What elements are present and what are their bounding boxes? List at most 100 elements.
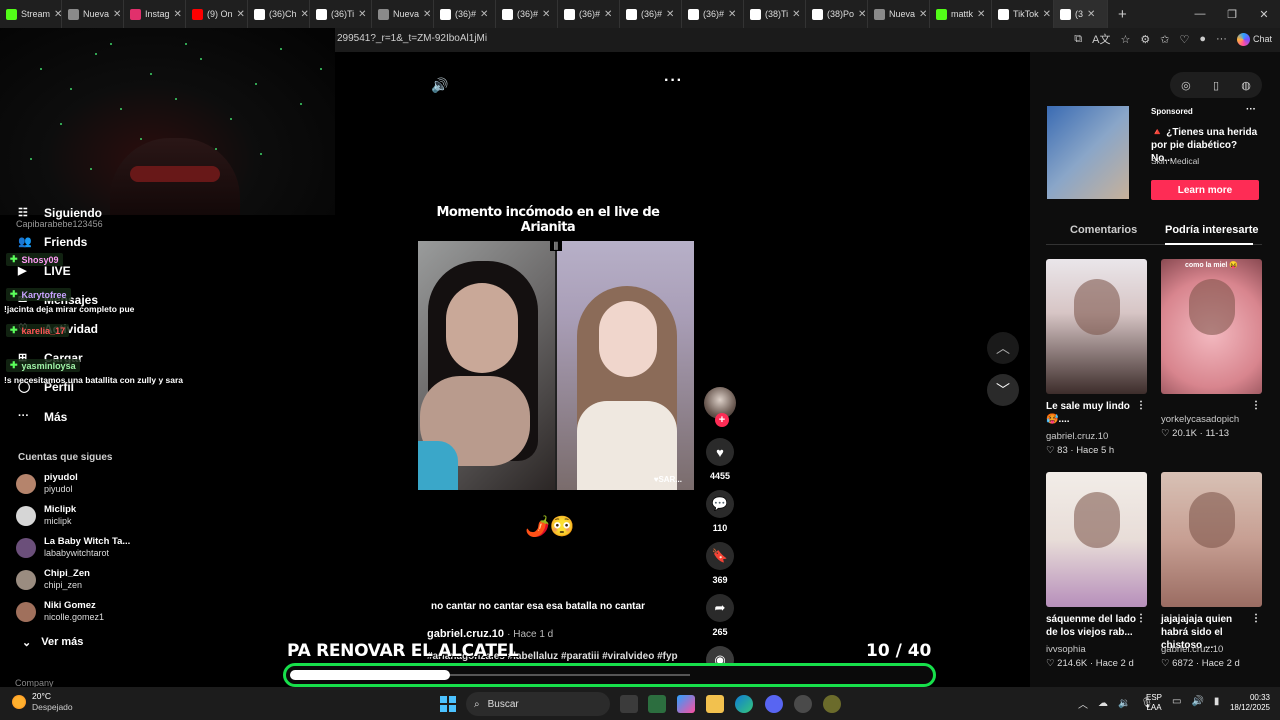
new-tab-button[interactable]: + [1108, 6, 1137, 23]
followed-account[interactable]: Chipi_Zen chipi_zen [16, 568, 90, 591]
browser-tab[interactable]: (36)# ✕ [558, 0, 620, 28]
video-thumbnail[interactable]: como la miel 😝 [1161, 259, 1262, 394]
comment-button[interactable]: 💬 110 [702, 490, 738, 533]
browser-tab[interactable]: (36)# ✕ [620, 0, 682, 28]
browser-tab[interactable]: Instag ✕ [124, 0, 186, 28]
browser-tab[interactable]: (36)Ti ✕ [310, 0, 372, 28]
tab-close-icon[interactable]: ✕ [542, 9, 550, 20]
learn-more-button[interactable]: Learn more [1151, 180, 1259, 200]
card-caption[interactable]: sáquenme del lado de los viejos rab... [1046, 613, 1142, 639]
widgets-app-icon[interactable] [648, 695, 666, 713]
browser-tab[interactable]: mattk ✕ [930, 0, 992, 28]
tab-close-icon[interactable]: ✕ [604, 9, 612, 20]
tab-close-icon[interactable]: ✕ [423, 9, 431, 20]
tab-close-icon[interactable]: ✕ [919, 9, 927, 20]
sidebar-item-más[interactable]: ··· Más [18, 410, 67, 424]
browser-tab[interactable]: Stream ✕ [0, 0, 62, 28]
browser-tab[interactable]: (36)# ✕ [682, 0, 744, 28]
favorites-icon[interactable]: ✩ [1160, 33, 1169, 46]
card-more-icon[interactable]: ⋮ [1251, 400, 1261, 411]
coins-icon[interactable]: ◎ [1181, 79, 1191, 92]
share-button[interactable]: ➦ 265 [702, 594, 738, 637]
copilot-chat-button[interactable]: Chat [1236, 32, 1272, 46]
followed-account[interactable]: Niki Gomez nicolle.gomez1 [16, 600, 104, 623]
tab-close-icon[interactable]: ✕ [54, 9, 61, 20]
ad-more-icon[interactable]: ··· [1246, 104, 1256, 115]
tab-close-icon[interactable]: ✕ [1043, 9, 1051, 20]
user-avatar[interactable]: ◍ [1241, 79, 1251, 92]
followed-account[interactable]: La Baby Witch Ta... lababywitchtarot [16, 536, 130, 559]
tray-app-icon[interactable] [823, 695, 841, 713]
minimize-icon[interactable]: — [1184, 0, 1216, 28]
obs-app-icon[interactable] [794, 695, 812, 713]
card-more-icon[interactable]: ⋮ [1136, 400, 1146, 411]
tab-comments[interactable]: Comentarios [1070, 224, 1137, 236]
discord-icon[interactable] [765, 695, 783, 713]
video-author[interactable]: gabriel.cruz.10 · Hace 1 d [427, 628, 553, 640]
tab-close-icon[interactable]: ✕ [480, 9, 488, 20]
card-more-icon[interactable]: ⋮ [1136, 613, 1146, 624]
windows-start-icon[interactable] [440, 696, 456, 712]
video-frame[interactable]: ⫼ ♥SAR... [418, 241, 694, 490]
tab-close-icon[interactable]: ✕ [174, 9, 182, 20]
followed-account[interactable]: Miclipk miclipk [16, 504, 76, 527]
browser-tab[interactable]: (36)# ✕ [434, 0, 496, 28]
tab-recommended[interactable]: Podría interesarte [1165, 224, 1259, 236]
video-thumbnail[interactable] [1046, 259, 1147, 394]
taskbar-search[interactable]: ⌕ Buscar [466, 692, 610, 716]
ad-image[interactable] [1047, 106, 1129, 199]
tab-close-icon[interactable]: ✕ [237, 9, 245, 20]
followed-account[interactable]: piyudol piyudol [16, 472, 78, 495]
restore-icon[interactable]: ❐ [1216, 0, 1248, 28]
quick-settings[interactable]: ▭ 🔊 ▮ [1172, 696, 1219, 707]
file-explorer-icon[interactable] [706, 695, 724, 713]
browser-tab[interactable]: (3 ✕ [1054, 0, 1108, 28]
tab-close-icon[interactable]: ✕ [301, 9, 309, 20]
extensions-icon[interactable]: ⚙ [1140, 33, 1150, 46]
device-icon[interactable]: ▯ [1213, 79, 1219, 92]
card-author[interactable]: gabriel.cruz.10 [1161, 644, 1223, 655]
more-options-icon[interactable]: ··· [664, 72, 683, 90]
translate-icon[interactable]: A文 [1092, 31, 1110, 47]
save-button[interactable]: 🔖 369 [702, 542, 738, 585]
language-indicator[interactable]: ESP LAA [1146, 693, 1162, 713]
tab-close-icon[interactable]: ✕ [977, 9, 985, 20]
previous-video-button[interactable]: ︿ [987, 332, 1019, 364]
browser-tab[interactable]: Nueva ✕ [868, 0, 930, 28]
card-author[interactable]: ivvsophia [1046, 644, 1086, 655]
card-author[interactable]: gabriel.cruz.10 [1046, 431, 1108, 442]
open-app-icon[interactable]: ⧉ [1074, 33, 1082, 46]
task-view-icon[interactable] [620, 695, 638, 713]
settings-more-icon[interactable]: ··· [1216, 33, 1227, 45]
tab-close-icon[interactable]: ✕ [113, 9, 121, 20]
browser-tab[interactable]: Nueva ✕ [372, 0, 434, 28]
tray-chevron-icon[interactable]: ︿ [1078, 696, 1088, 711]
video-thumbnail[interactable] [1046, 472, 1147, 607]
onedrive-icon[interactable]: ☁ [1098, 698, 1108, 709]
author-handle[interactable]: gabriel.cruz.10 [427, 628, 504, 640]
browser-tab[interactable]: (36)# ✕ [496, 0, 558, 28]
browser-tab[interactable]: TikTok ✕ [992, 0, 1054, 28]
card-caption[interactable]: Le sale muy lindo 🥵.... [1046, 400, 1142, 426]
tab-close-icon[interactable]: ✕ [728, 9, 736, 20]
tab-close-icon[interactable]: ✕ [358, 9, 366, 20]
creator-avatar[interactable]: + [702, 387, 738, 427]
profile-avatar[interactable]: ● [1199, 33, 1206, 45]
card-more-icon[interactable]: ⋮ [1251, 613, 1261, 624]
weather-widget[interactable]: 20°C Despejado [12, 691, 73, 713]
sidebar-item-live[interactable]: ▶ LIVE [18, 264, 71, 278]
like-button[interactable]: ♥ 4455 [702, 438, 738, 481]
volume-icon[interactable]: 🔊 [431, 77, 448, 94]
browser-tab[interactable]: Nueva ✕ [62, 0, 124, 28]
edge-browser-icon[interactable] [735, 695, 753, 713]
video-thumbnail[interactable] [1161, 472, 1262, 607]
card-author[interactable]: yorkelycasadopich [1161, 414, 1239, 425]
copilot-app-icon[interactable] [677, 695, 695, 713]
close-window-icon[interactable]: ✕ [1248, 0, 1280, 28]
browser-tab[interactable]: (38)Ti ✕ [744, 0, 806, 28]
see-more-button[interactable]: ⌄ Ver más [22, 636, 83, 649]
tab-close-icon[interactable]: ✕ [792, 9, 800, 20]
tab-close-icon[interactable]: ✕ [666, 9, 674, 20]
tab-close-icon[interactable]: ✕ [1087, 9, 1095, 20]
follow-plus-icon[interactable]: + [715, 413, 729, 427]
